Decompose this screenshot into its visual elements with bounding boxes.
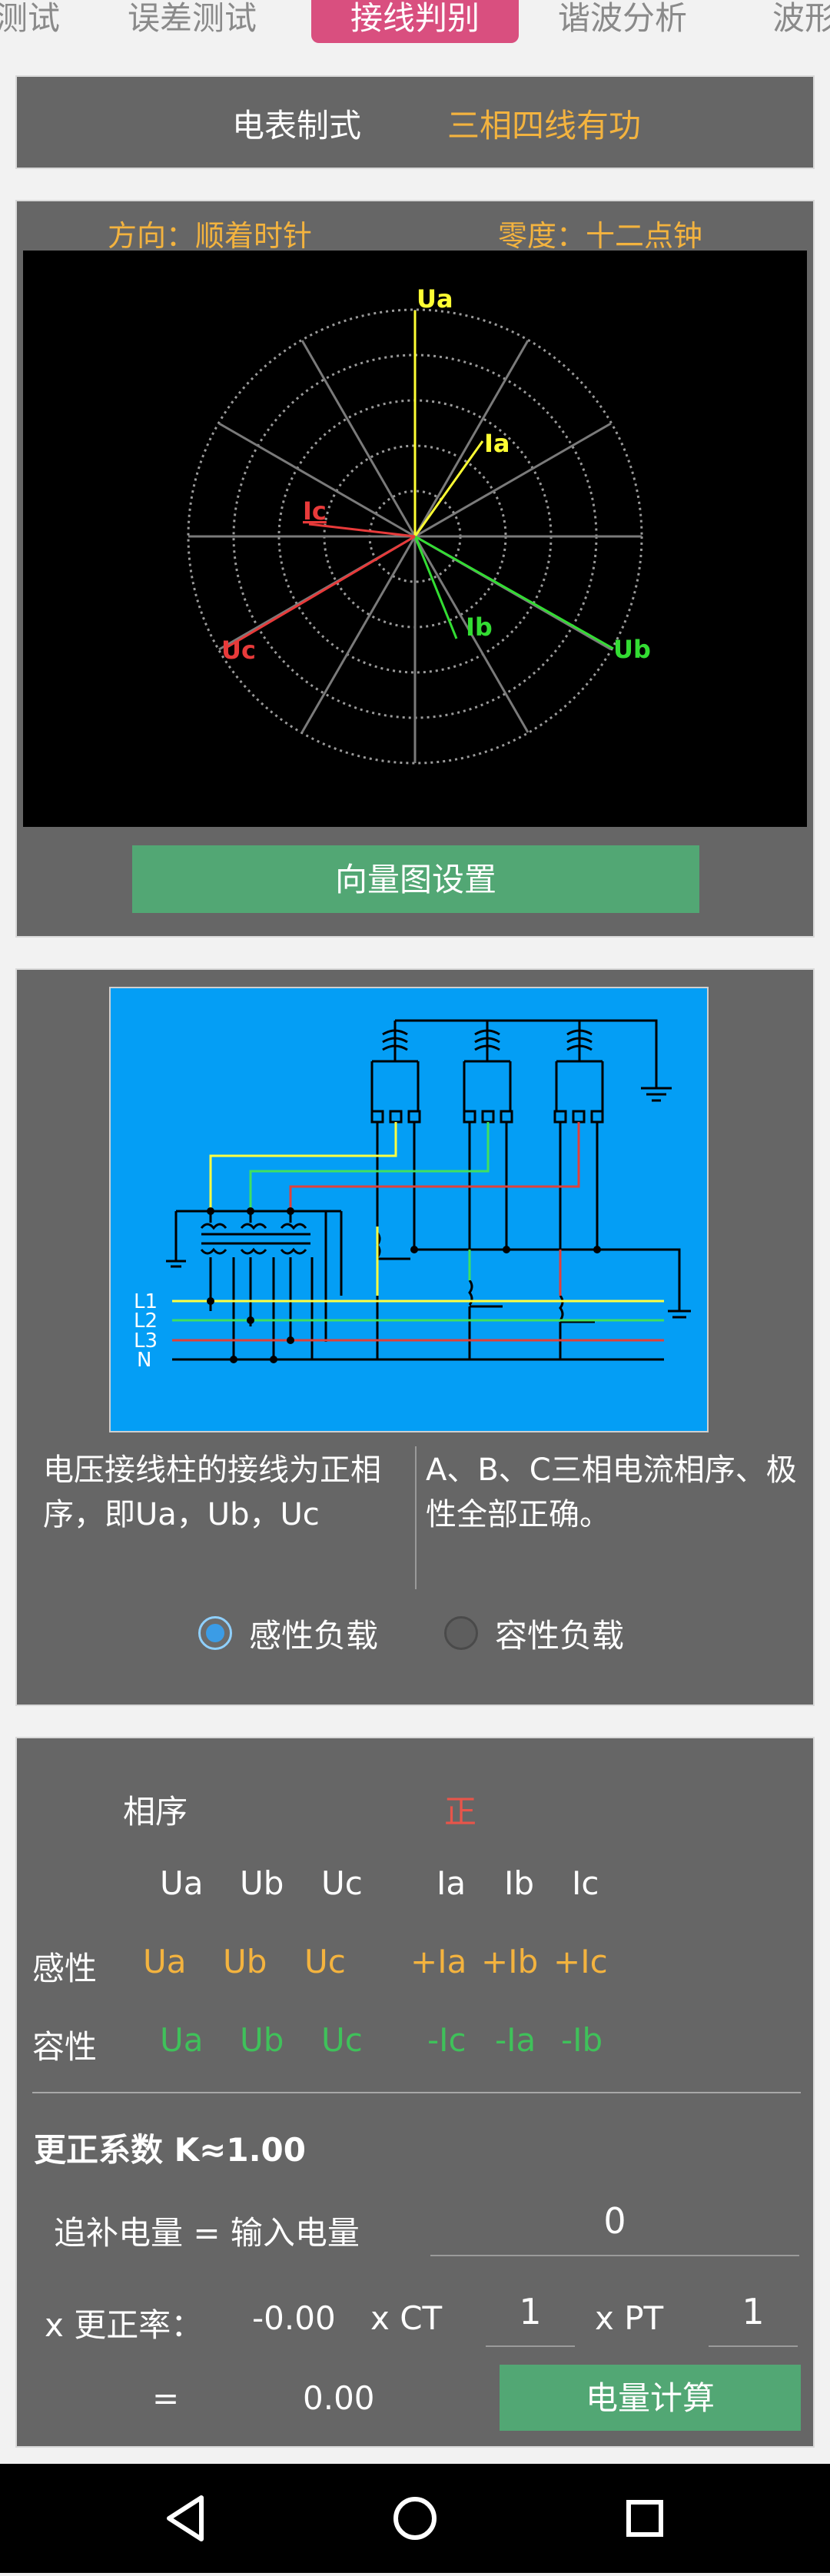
inductive-ib: +Ib xyxy=(481,1943,539,1980)
header-ib: Ib xyxy=(504,1864,535,1902)
wiring-diagram: L1 L2 L3 N xyxy=(109,987,709,1432)
inductive-ia: +Ia xyxy=(410,1943,467,1980)
header-uc: Uc xyxy=(321,1864,363,1902)
tab-error-test[interactable]: 误差测试 xyxy=(128,0,257,43)
correction-rate-label: x 更正率： xyxy=(45,2306,204,2344)
correction-rate-value: -0.00 xyxy=(252,2299,336,2337)
capacitive-row-label: 容性 xyxy=(32,2028,98,2066)
tab-waveform[interactable]: 波形 xyxy=(772,0,830,43)
tab-test[interactable]: 测试 xyxy=(0,0,60,43)
inductive-load-option[interactable]: 感性负载 xyxy=(198,1608,378,1658)
vector-diagram: Ua Ia Ic Ib Ub Uc xyxy=(23,251,807,827)
recents-icon[interactable] xyxy=(592,2464,699,2573)
result-panel: 相序 正 Ua Ub Uc Ia Ib Ic 感性 Ua Ub Uc +Ia +… xyxy=(15,1737,815,2448)
meter-type-label: 电表制式 xyxy=(232,107,362,144)
uc-vector xyxy=(225,535,416,649)
meter-type-panel: 电表制式 三相四线有功 xyxy=(15,75,815,169)
back-icon[interactable] xyxy=(131,2464,238,2573)
capacitive-ic: -Ib xyxy=(561,2021,603,2059)
correction-factor: 更正系数 K≈1.00 xyxy=(34,2131,306,2169)
vector-settings-button[interactable]: 向量图设置 xyxy=(132,845,699,913)
capacitive-ib: -Ia xyxy=(495,2021,536,2059)
calculate-energy-button[interactable]: 电量计算 xyxy=(500,2365,801,2431)
system-nav-bar xyxy=(0,2464,830,2573)
tab-wiring-check[interactable]: 接线判别 xyxy=(311,0,519,43)
header-ia: Ia xyxy=(437,1864,466,1902)
inductive-ic: +Ic xyxy=(553,1943,608,1980)
equals-sign: = xyxy=(152,2379,180,2417)
inductive-radio[interactable] xyxy=(198,1616,232,1650)
header-ua: Ua xyxy=(160,1864,204,1902)
supplement-label: 追补电量 = 输入电量 xyxy=(54,2214,360,2252)
tab-bar: 测试 误差测试 接线判别 谐波分析 波形 xyxy=(0,0,830,60)
vector-panel: 方向：顺着时针 零度：十二点钟 Ua Ia Ic Ib Ub Uc 向量图设置 xyxy=(15,200,815,938)
current-description: A、B、C三相电流相序、极性全部正确。 xyxy=(426,1452,797,1532)
line-label-n: N xyxy=(137,1349,151,1372)
home-icon[interactable] xyxy=(361,2464,469,2573)
inductive-uc: Uc xyxy=(304,1943,346,1980)
ct-underline xyxy=(486,2345,575,2347)
inductive-row-label: 感性 xyxy=(32,1950,98,1987)
input-energy-underline xyxy=(430,2255,799,2256)
ic-label: Ic xyxy=(303,496,327,526)
header-ub: Ub xyxy=(240,1864,284,1902)
inductive-ub: Ub xyxy=(223,1943,267,1980)
inductive-ua: Ua xyxy=(143,1943,187,1980)
zero-degree-label: 零度：十二点钟 xyxy=(498,219,703,253)
ua-label: Ua xyxy=(417,284,453,314)
result-divider xyxy=(32,2092,801,2093)
capacitive-ia: -Ic xyxy=(427,2021,466,2059)
vector-diagram-svg: Ua Ia Ic Ib Ub Uc xyxy=(187,284,651,765)
ia-vector xyxy=(413,440,484,537)
uc-label: Uc xyxy=(221,636,256,665)
ub-vector xyxy=(414,535,614,650)
ib-vector xyxy=(413,536,458,639)
capacitive-radio[interactable] xyxy=(444,1616,478,1650)
header-ic: Ic xyxy=(572,1864,599,1902)
phase-seq-value: 正 xyxy=(444,1793,477,1831)
ia-label: Ia xyxy=(484,429,510,458)
capacitive-uc: Uc xyxy=(321,2021,363,2059)
capacitive-load-option[interactable]: 容性负载 xyxy=(444,1608,624,1658)
pt-input[interactable]: 1 xyxy=(709,2289,798,2335)
meter-type-value[interactable]: 三相四线有功 xyxy=(447,100,641,147)
capacitive-ub: Ub xyxy=(240,2021,284,2059)
capacitive-radio-label: 容性负载 xyxy=(495,1616,625,1655)
capacitive-ua: Ua xyxy=(160,2021,204,2059)
ct-label: x CT xyxy=(370,2299,443,2337)
description-divider xyxy=(415,1446,417,1589)
wiring-diagram-svg: L1 L2 L3 N xyxy=(134,1019,691,1372)
voltage-description: 电压接线柱的接线为正相序，即Ua，Ub，Uc xyxy=(43,1452,381,1532)
inductive-radio-label: 感性负载 xyxy=(249,1616,379,1655)
phase-seq-label: 相序 xyxy=(123,1793,188,1831)
tab-harmonic-analysis[interactable]: 谐波分析 xyxy=(558,0,687,43)
direction-label: 方向：顺着时针 xyxy=(108,219,313,253)
pt-underline xyxy=(709,2345,798,2347)
ub-label: Ub xyxy=(613,635,651,664)
ib-label: Ib xyxy=(466,612,493,642)
wiring-panel: L1 L2 L3 N 电压接线柱的接线为正相序，即Ua，Ub，Uc A、B、C三… xyxy=(15,968,815,1706)
ct-input[interactable]: 1 xyxy=(486,2289,575,2335)
pt-label: x PT xyxy=(595,2299,664,2337)
total-energy-value: 0.00 xyxy=(303,2379,375,2417)
input-energy-field[interactable]: 0 xyxy=(430,2198,799,2244)
